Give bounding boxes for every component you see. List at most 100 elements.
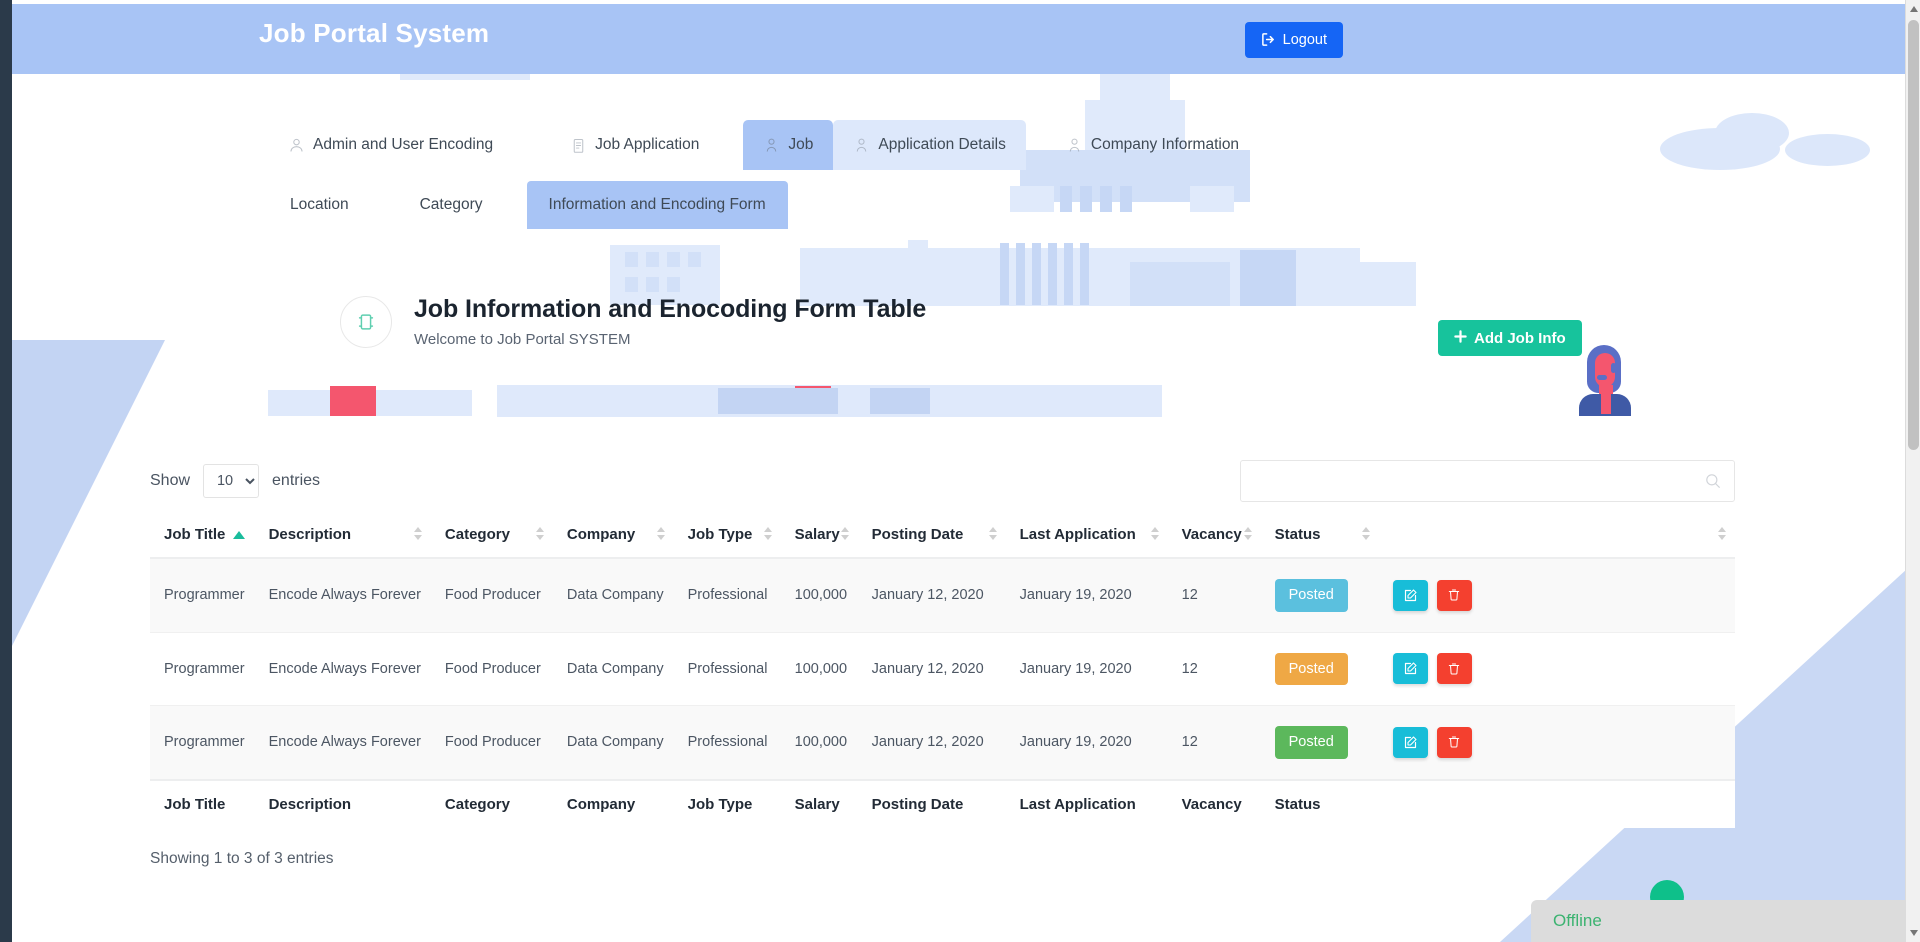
cell-last-application: January 19, 2020 (1006, 558, 1168, 632)
cell-job-title: Programmer (150, 632, 255, 706)
page-title-block: Job Information and Enocoding Form Table… (340, 295, 926, 348)
sort-icon (841, 527, 850, 543)
cell-company: Data Company (553, 706, 674, 780)
edit-row-button[interactable] (1393, 653, 1428, 684)
sort-icon (657, 527, 666, 543)
sort-icon (764, 527, 773, 543)
scrollbar-thumb[interactable] (1908, 20, 1919, 450)
logout-button[interactable]: Logout (1245, 22, 1343, 58)
col-status[interactable]: Status (1261, 513, 1379, 558)
cell-salary: 100,000 (781, 558, 858, 632)
cell-job-type: Professional (674, 706, 781, 780)
delete-row-button[interactable] (1437, 580, 1472, 611)
table-row[interactable]: Programmer Encode Always Forever Food Pr… (150, 558, 1735, 632)
table-row[interactable]: Programmer Encode Always Forever Food Pr… (150, 706, 1735, 780)
app-brand-title: Job Portal System (259, 18, 489, 49)
status-badge: Posted (1275, 579, 1348, 612)
edit-row-button[interactable] (1393, 580, 1428, 611)
scroll-up-arrow-icon[interactable] (1910, 6, 1918, 12)
edit-row-button[interactable] (1393, 727, 1428, 758)
sort-ascending-icon (233, 531, 245, 539)
tab-label: Company Information (1091, 136, 1239, 154)
col-salary[interactable]: Salary (781, 513, 858, 558)
delete-row-button[interactable] (1437, 727, 1472, 758)
tab-company-information[interactable]: Company Information (1046, 120, 1259, 170)
clipboard-icon (570, 137, 587, 154)
cell-category: Food Producer (431, 558, 553, 632)
decor-strip (330, 386, 376, 416)
job-table-card: Show 10 25 50 100 entries (150, 455, 1735, 868)
cell-last-application: January 19, 2020 (1006, 706, 1168, 780)
search-icon[interactable] (1704, 472, 1722, 490)
col-last-application[interactable]: Last Application (1006, 513, 1168, 558)
sort-icon (1362, 527, 1371, 543)
delete-row-button[interactable] (1437, 653, 1472, 684)
tab-label: Location (290, 196, 349, 214)
edit-pencil-icon (1403, 588, 1418, 603)
decor-triangle-left (0, 340, 165, 670)
tab-location[interactable]: Location (268, 181, 371, 229)
tab-label: Application Details (878, 136, 1006, 154)
edit-pencil-icon (1403, 661, 1418, 676)
tab-row-primary: Admin and User Encoding Job Application (268, 120, 1259, 170)
cell-salary: 100,000 (781, 632, 858, 706)
sidebar-rail[interactable] (0, 0, 12, 942)
cell-vacancy: 12 (1168, 558, 1261, 632)
col-category[interactable]: Category (431, 513, 553, 558)
cell-last-application: January 19, 2020 (1006, 632, 1168, 706)
foot-salary: Salary (781, 780, 858, 828)
tab-label: Job (788, 136, 813, 154)
page-scrollbar[interactable] (1905, 0, 1920, 942)
user-tie-icon (763, 137, 780, 154)
column-label: Description (269, 526, 352, 543)
tab-job-application[interactable]: Job Application (550, 120, 719, 170)
table-body: Programmer Encode Always Forever Food Pr… (150, 558, 1735, 780)
tab-job[interactable]: Job (743, 120, 833, 170)
navigation-tabs: Admin and User Encoding Job Application (0, 120, 1259, 229)
users-group-icon (288, 137, 305, 154)
col-vacancy[interactable]: Vacancy (1168, 513, 1261, 558)
top-header-bar: Job Portal System Logout (12, 4, 1908, 74)
tab-label: Job Application (595, 136, 699, 154)
scroll-down-arrow-icon[interactable] (1910, 930, 1918, 936)
col-posting-date[interactable]: Posting Date (858, 513, 1006, 558)
decor-strip (870, 388, 930, 414)
column-label: Job Type (688, 526, 753, 543)
plus-icon (1454, 330, 1467, 347)
search-input[interactable] (1240, 460, 1735, 502)
col-job-title[interactable]: Job Title (150, 513, 255, 558)
page-length-select[interactable]: 10 25 50 100 (203, 464, 259, 498)
col-actions[interactable] (1379, 513, 1735, 558)
col-description[interactable]: Description (255, 513, 431, 558)
tab-category[interactable]: Category (398, 181, 505, 229)
column-label: Job Title (164, 526, 225, 543)
cell-job-type: Professional (674, 632, 781, 706)
cell-description: Encode Always Forever (255, 558, 431, 632)
foot-description: Description (255, 780, 431, 828)
column-label: Last Application (1020, 526, 1136, 543)
decor-cloud (1660, 128, 1780, 170)
tab-application-details[interactable]: Application Details (833, 120, 1026, 170)
cell-description: Encode Always Forever (255, 706, 431, 780)
tab-admin-and-user-encoding[interactable]: Admin and User Encoding (268, 120, 513, 170)
foot-posting-date: Posting Date (858, 780, 1006, 828)
tab-label: Category (420, 196, 483, 214)
table-row[interactable]: Programmer Encode Always Forever Food Pr… (150, 632, 1735, 706)
table-search (1240, 460, 1735, 502)
add-job-info-button[interactable]: Add Job Info (1438, 320, 1582, 356)
sort-icon (989, 527, 998, 543)
foot-status: Status (1261, 780, 1379, 828)
cell-actions (1379, 632, 1735, 706)
decor-cloud (1785, 134, 1870, 166)
offline-chat-widget[interactable]: Offline (1531, 900, 1920, 942)
decor-strip (497, 385, 1162, 417)
table-controls: Show 10 25 50 100 entries (150, 455, 1735, 507)
column-label: Vacancy (1182, 526, 1242, 543)
tab-information-and-encoding-form[interactable]: Information and Encoding Form (527, 181, 788, 229)
cell-posting-date: January 12, 2020 (858, 706, 1006, 780)
edit-pencil-icon (1403, 735, 1418, 750)
col-company[interactable]: Company (553, 513, 674, 558)
title-icon-ring (340, 296, 392, 348)
col-job-type[interactable]: Job Type (674, 513, 781, 558)
page-length-control: Show 10 25 50 100 entries (150, 464, 320, 498)
